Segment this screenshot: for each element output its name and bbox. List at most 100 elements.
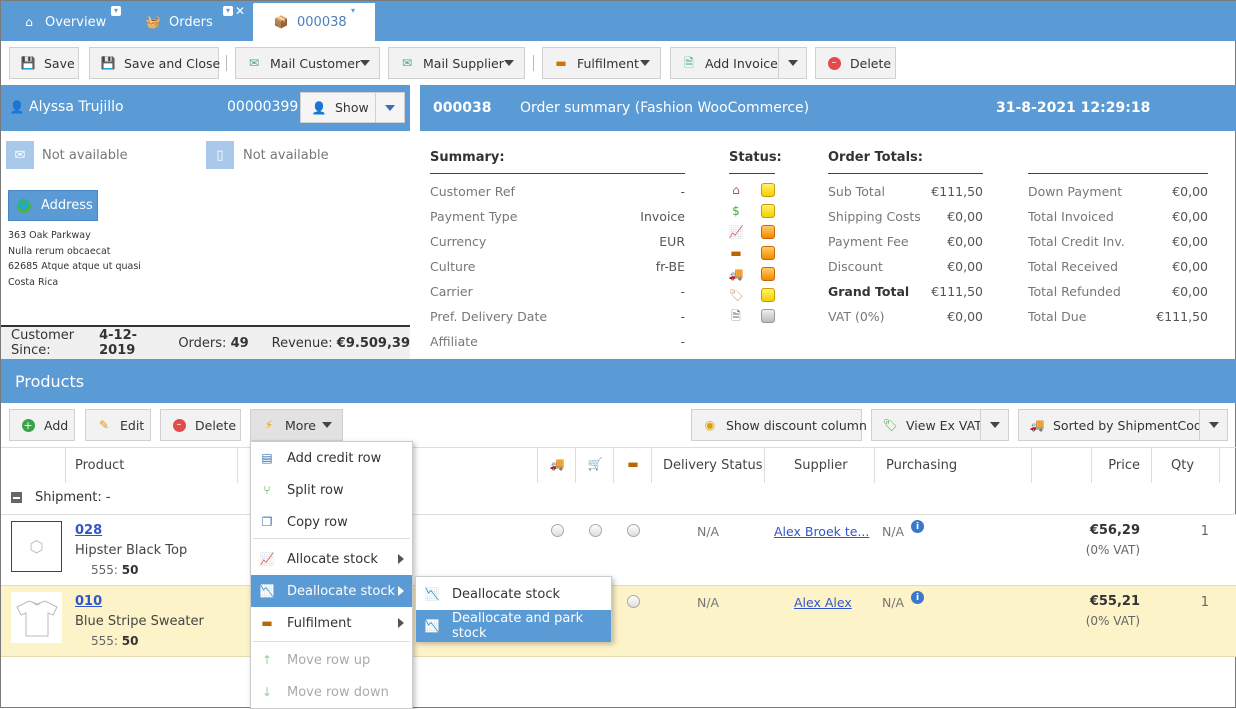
purchasing-status: N/A xyxy=(882,595,905,610)
customer-name: Alyssa Trujillo xyxy=(29,99,124,115)
fulfilment-radio[interactable] xyxy=(627,524,640,537)
plus-icon: + xyxy=(21,418,35,432)
show-customer-dropdown[interactable] xyxy=(375,92,405,123)
total-row: Total Due €111,50 xyxy=(1028,309,1208,324)
delete-icon: – xyxy=(171,417,187,433)
chevron-down-icon[interactable]: ▾ xyxy=(223,6,233,16)
status-indicator xyxy=(761,287,775,302)
mail-customer-button[interactable]: ✉ Mail Customer xyxy=(235,47,380,79)
chevron-right-icon xyxy=(398,554,404,564)
collapse-icon[interactable] xyxy=(11,492,22,503)
tab-overview-controls: ▾ xyxy=(111,6,121,16)
chevron-down-icon xyxy=(640,60,650,66)
allocate-stock-icon: 📈 xyxy=(259,552,275,566)
shipment-radio[interactable] xyxy=(551,524,564,537)
tab-overview[interactable]: ⌂ Overview xyxy=(1,3,125,41)
menu-item-split-row[interactable]: ⑂ Split row xyxy=(251,474,412,506)
chevron-down-icon xyxy=(504,60,514,66)
close-icon[interactable]: ✕ xyxy=(360,5,370,17)
info-icon[interactable]: i xyxy=(911,520,924,533)
delete-button[interactable]: – Delete xyxy=(815,47,896,79)
status-row: 🚚 xyxy=(728,263,788,284)
save-button[interactable]: 💾 Save xyxy=(9,47,79,79)
total-row: Shipping Costs €0,00 xyxy=(828,209,983,224)
info-icon[interactable]: i xyxy=(911,591,924,604)
save-close-button[interactable]: 💾 Save and Close xyxy=(89,47,220,79)
supplier-link[interactable]: Alex Alex xyxy=(794,595,852,610)
tag-icon: 🏷 xyxy=(728,287,744,302)
submenu-item-deallocate-stock[interactable]: 📉 Deallocate stock xyxy=(416,578,611,610)
total-row: Discount €0,00 xyxy=(828,259,983,274)
row-price: €56,29 xyxy=(1089,523,1140,538)
fulfilment-button[interactable]: ▬ Fulfilment xyxy=(542,47,661,79)
menu-item-deallocate-stock[interactable]: 📉 Deallocate stock xyxy=(251,575,412,607)
total-row: Total Refunded €0,00 xyxy=(1028,284,1208,299)
sorted-by-dropdown[interactable] xyxy=(1199,409,1228,441)
menu-item-add-credit-row[interactable]: ▤ Add credit row xyxy=(251,442,412,474)
column-supplier[interactable]: Supplier xyxy=(794,458,848,473)
product-code-link[interactable]: 010 xyxy=(75,594,102,609)
chart-icon: 📈 xyxy=(728,224,744,239)
status-indicator xyxy=(761,266,775,281)
column-separator xyxy=(237,448,238,483)
mail-supplier-button[interactable]: ✉ Mail Supplier xyxy=(388,47,525,79)
status-row: ▬ xyxy=(728,242,788,263)
total-row: VAT (0%) €0,00 xyxy=(828,309,983,324)
add-invoice-dropdown[interactable] xyxy=(778,47,807,79)
delivery-status: N/A xyxy=(697,524,720,539)
chevron-down-icon[interactable]: ▾ xyxy=(111,6,121,16)
column-qty[interactable]: Qty xyxy=(1171,458,1194,473)
chevron-down-icon xyxy=(1208,422,1219,428)
copy-icon: ❐ xyxy=(261,515,273,529)
menu-item-allocate-stock[interactable]: 📈 Allocate stock xyxy=(251,543,412,575)
total-row: Total Invoiced €0,00 xyxy=(1028,209,1208,224)
column-separator xyxy=(651,448,652,483)
totals-right-rule xyxy=(1028,150,1208,174)
product-thumbnail xyxy=(11,592,62,643)
menu-item-fulfilment[interactable]: ▬ Fulfilment xyxy=(251,607,412,639)
column-delivery-status[interactable]: Delivery Status xyxy=(663,458,763,473)
product-name: Hipster Black Top xyxy=(75,543,188,558)
address-button[interactable]: 🌐 Address xyxy=(8,190,98,221)
add-product-button[interactable]: + Add xyxy=(9,409,75,441)
row-vat: (0% VAT) xyxy=(1085,543,1140,557)
sorted-by-button[interactable]: 🚚 Sorted by ShipmentCode xyxy=(1018,409,1209,441)
column-purchasing[interactable]: Purchasing xyxy=(886,458,957,473)
edit-product-button[interactable]: ✎ Edit xyxy=(85,409,151,441)
add-invoice-button[interactable]: 🗎 Add Invoice xyxy=(670,47,779,79)
order-icon: 📦 xyxy=(273,15,289,29)
invoice-icon: 🗎 xyxy=(684,56,694,70)
column-product[interactable]: Product xyxy=(75,458,124,473)
column-separator xyxy=(1151,448,1152,483)
delete-product-button[interactable]: – Delete xyxy=(160,409,241,441)
floppy-icon: 💾 xyxy=(100,56,116,70)
view-ex-vat-dropdown[interactable] xyxy=(980,409,1009,441)
mail-icon: ✉ xyxy=(248,56,260,70)
delete-icon: – xyxy=(826,55,842,71)
menu-separator xyxy=(253,538,410,539)
total-row: Sub Total €111,50 xyxy=(828,184,983,199)
view-ex-vat-button[interactable]: 🏷 View Ex VAT xyxy=(871,409,982,441)
menu-item-move-row-up[interactable]: ↑ Move row up xyxy=(251,644,412,676)
supplier-link[interactable]: Alex Broek te... xyxy=(774,524,869,539)
mail-icon: ✉ xyxy=(401,56,413,70)
purchase-radio[interactable] xyxy=(589,524,602,537)
column-separator xyxy=(1031,448,1032,483)
box-icon: ▬ xyxy=(555,56,567,70)
fulfilment-radio[interactable] xyxy=(627,595,640,608)
submenu-item-deallocate-park-stock[interactable]: 📉 Deallocate and park stock xyxy=(416,610,611,642)
arrow-down-icon: ↓ xyxy=(261,685,273,699)
globe-icon: 🌐 xyxy=(17,198,31,213)
close-icon[interactable]: ✕ xyxy=(235,5,245,17)
show-discount-button[interactable]: ◉ Show discount column xyxy=(691,409,867,441)
product-code-link[interactable]: 028 xyxy=(75,523,102,538)
more-button[interactable]: ⚡ More xyxy=(250,409,343,441)
status-indicator xyxy=(761,182,775,197)
show-customer-button[interactable]: 👤 Show xyxy=(300,92,376,123)
chevron-down-icon[interactable]: ▾ xyxy=(348,6,358,16)
menu-item-copy-row[interactable]: ❐ Copy row xyxy=(251,506,412,538)
deallocate-stock-icon: 📉 xyxy=(424,587,440,601)
menu-item-move-row-down[interactable]: ↓ Move row down xyxy=(251,676,412,708)
tab-orders-controls: ▾ ✕ xyxy=(223,5,245,17)
column-price[interactable]: Price xyxy=(1090,458,1140,473)
